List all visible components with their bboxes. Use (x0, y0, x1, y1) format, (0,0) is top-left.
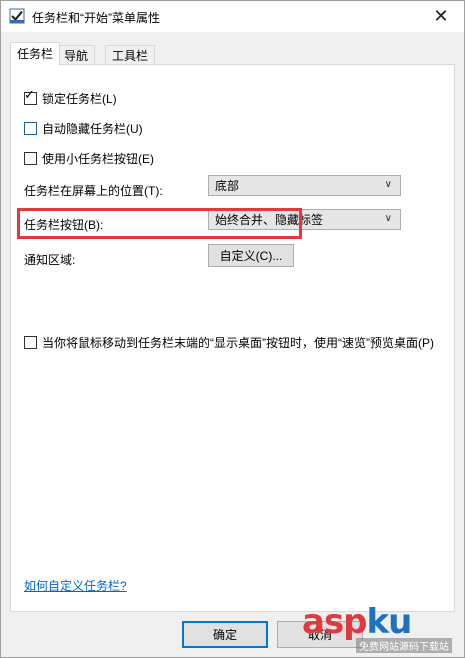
notification-area-label: 通知区域: (24, 253, 76, 267)
peek-label: 当你将鼠标移动到任务栏末端的“显示桌面”按钮时，使用“速览”预览桌面(P) (42, 336, 434, 350)
tab-taskbar[interactable]: 任务栏 (10, 42, 61, 66)
window-title: 任务栏和“开始”菜单属性 (32, 11, 160, 25)
position-select[interactable]: 底部 ∨ (208, 175, 401, 196)
chevron-down-icon: ∨ (384, 213, 392, 224)
chevron-down-icon: ∨ (384, 179, 392, 190)
position-label: 任务栏在屏幕上的位置(T): (24, 184, 163, 198)
customize-button[interactable]: 自定义(C)... (208, 244, 294, 267)
properties-window: 任务栏和“开始”菜单属性 ✕ 任务栏 导航 工具栏 ✓ 锁定任务栏(L) 自动隐… (0, 0, 465, 658)
peek-checkbox[interactable]: 当你将鼠标移动到任务栏末端的“显示桌面”按钮时，使用“速览”预览桌面(P) (24, 334, 449, 351)
check-mark-icon: ✓ (24, 87, 35, 102)
watermark-brand: aspku (302, 602, 413, 642)
checkbox-box[interactable] (24, 122, 37, 135)
tab-panel-taskbar: ✓ 锁定任务栏(L) 自动隐藏任务栏(U) 使用小任务栏按钮(E) 任务栏在屏幕… (10, 64, 455, 612)
watermark-brand-b: ku (366, 602, 413, 642)
tab-navigation[interactable]: 导航 (57, 45, 96, 65)
lock-taskbar-label: 锁定任务栏(L) (42, 92, 117, 106)
taskbar-properties-icon (9, 8, 25, 24)
checkbox-box[interactable] (24, 336, 37, 349)
ok-button[interactable]: 确定 (182, 621, 268, 648)
position-value: 底部 (215, 179, 240, 193)
checkbox-box[interactable]: ✓ (24, 88, 37, 105)
lock-taskbar-checkbox[interactable]: ✓ 锁定任务栏(L) (24, 88, 117, 107)
small-buttons-checkbox[interactable]: 使用小任务栏按钮(E) (24, 150, 154, 167)
watermark-brand-a: asp (302, 602, 368, 642)
notification-area-highlight (17, 208, 302, 239)
help-link[interactable]: 如何自定义任务栏? (24, 577, 127, 594)
close-icon[interactable]: ✕ (418, 1, 464, 32)
watermark-tagline: 免费网站源码下载站 (356, 638, 452, 653)
title-bar[interactable]: 任务栏和“开始”菜单属性 ✕ (1, 1, 464, 32)
dialog-body: 任务栏 导航 工具栏 ✓ 锁定任务栏(L) 自动隐藏任务栏(U) 使用小任务栏按… (1, 32, 464, 657)
auto-hide-checkbox[interactable]: 自动隐藏任务栏(U) (24, 120, 143, 137)
checkbox-box[interactable] (24, 152, 37, 165)
watermark-logo: aspku 免费网站源码下载站 (296, 602, 465, 658)
small-buttons-label: 使用小任务栏按钮(E) (42, 152, 154, 166)
auto-hide-label: 自动隐藏任务栏(U) (42, 122, 143, 136)
tab-toolbars[interactable]: 工具栏 (105, 45, 156, 65)
